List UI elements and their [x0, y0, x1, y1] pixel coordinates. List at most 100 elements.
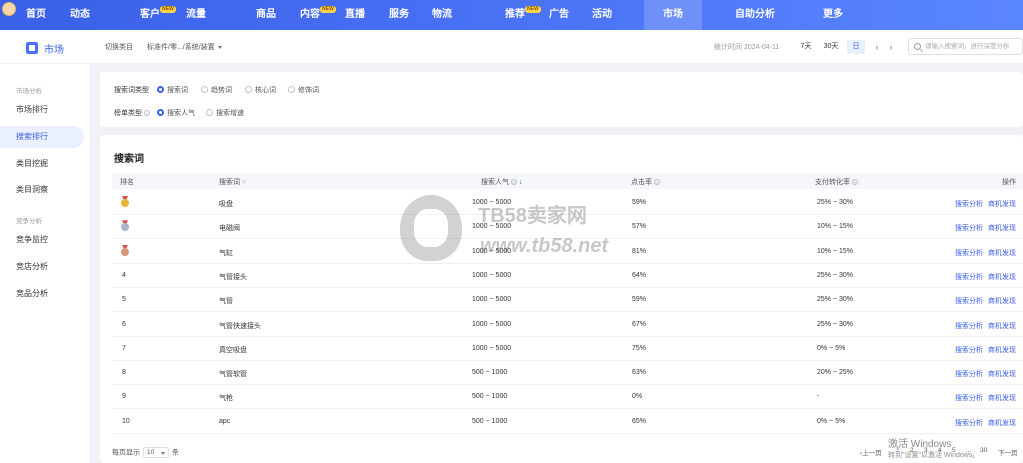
search-analysis-link[interactable]: 搜索分析 — [955, 199, 983, 209]
sort-desc-icon[interactable]: ↓ — [519, 179, 523, 186]
search-box — [908, 38, 1023, 55]
nav-content[interactable]: 内容 — [300, 0, 320, 30]
avatar[interactable] — [2, 2, 16, 16]
opportunity-link[interactable]: 商机发现 — [988, 296, 1016, 306]
category-selector[interactable]: 标准件/零.../系统/装置 — [147, 42, 222, 52]
nav-activities[interactable]: 活动 — [592, 0, 612, 30]
help-icon[interactable]: ? — [654, 179, 660, 186]
table-row: 9 气枪 500 ~ 1000 0% - 搜索分析 商机发现 — [112, 385, 1023, 410]
table-row: 5 气管 1000 ~ 5000 59% 25% ~ 30% 搜索分析 商机发现 — [112, 288, 1023, 313]
rank-cell: 6 — [122, 320, 126, 328]
opportunity-link[interactable]: 商机发现 — [988, 393, 1016, 403]
ctr-cell: 57% — [632, 223, 647, 231]
nav-home[interactable]: 首页 — [26, 0, 46, 30]
page-size-select[interactable]: 10 — [143, 447, 169, 458]
help-icon[interactable]: ? — [511, 179, 517, 186]
conversion-cell: 10% ~ 15% — [817, 223, 853, 231]
keyword-cell: 吸盘 — [219, 201, 233, 208]
sidebar-item-category-mining[interactable]: 类目挖掘 — [0, 153, 90, 175]
radio-core-word[interactable]: 核心词 — [245, 85, 276, 95]
nav-promotion[interactable]: 推荐 — [505, 0, 525, 30]
rank-medal-icon — [120, 196, 130, 208]
nav-market[interactable]: 市场 — [644, 0, 702, 30]
nav-self-analysis[interactable]: 自助分析 — [735, 0, 775, 30]
search-analysis-link[interactable]: 搜索分析 — [955, 393, 983, 403]
opportunity-link[interactable]: 商机发现 — [988, 418, 1016, 428]
nav-logistics[interactable]: 物流 — [432, 0, 452, 30]
top-navigation: 首页 动态 客户 NEW 流量 商品 内容 NEW 直播 服务 物流 推荐 NE… — [0, 0, 1023, 30]
sidebar-item-category-insight[interactable]: 类目洞察 — [0, 179, 90, 201]
search-input[interactable] — [925, 40, 1021, 53]
search-analysis-link[interactable]: 搜索分析 — [955, 272, 983, 282]
ctr-cell: 63% — [632, 369, 647, 377]
keyword-cell: 气管软管 — [219, 371, 247, 379]
rank-medal-icon — [120, 244, 130, 257]
opportunity-link[interactable]: 商机发现 — [988, 248, 1016, 258]
col-keyword[interactable]: 搜索词 ▿ — [219, 177, 245, 187]
search-analysis-link[interactable]: 搜索分析 — [955, 248, 983, 258]
opportunity-link[interactable]: 商机发现 — [988, 345, 1016, 355]
col-popularity[interactable]: 搜索人气? ↓ — [481, 177, 522, 187]
search-icon[interactable] — [914, 43, 921, 50]
search-analysis-link[interactable]: 搜索分析 — [955, 223, 983, 233]
radio-modifier-word[interactable]: 修饰词 — [288, 85, 319, 95]
sidebar-header: 市场 — [0, 30, 90, 64]
nav-service[interactable]: 服务 — [389, 0, 409, 30]
prev-page-button[interactable]: ‹上一页 — [860, 447, 882, 457]
rank-cell: 10 — [122, 417, 130, 425]
search-analysis-link[interactable]: 搜索分析 — [955, 296, 983, 306]
radio-search-popularity[interactable]: 搜索人气 — [157, 108, 195, 118]
search-analysis-link[interactable]: 搜索分析 — [955, 345, 983, 355]
radio-label: 搜索人气 — [167, 110, 195, 117]
help-icon[interactable]: ? — [852, 179, 858, 186]
opportunity-link[interactable]: 商机发现 — [988, 369, 1016, 379]
new-badge: NEW — [525, 6, 541, 13]
rank-type-label: 榜单类型? — [114, 108, 150, 118]
nav-traffic[interactable]: 流量 — [186, 0, 206, 30]
radio-trend-word[interactable]: 趋势词 — [201, 85, 232, 95]
filter-icon[interactable]: ▿ — [242, 179, 246, 186]
sidebar-item-search-rank[interactable]: 搜索排行 — [0, 126, 84, 148]
nav-more[interactable]: 更多 — [823, 0, 843, 30]
popularity-cell: 1000 ~ 5000 — [472, 199, 512, 206]
nav-products[interactable]: 商品 — [256, 0, 276, 30]
nav-live[interactable]: 直播 — [345, 0, 365, 30]
sidebar-item-market-rank[interactable]: 市场排行 — [0, 99, 90, 121]
date-30-days-button[interactable]: 30天 — [821, 40, 841, 54]
radio-icon — [288, 85, 295, 93]
table-row: 电磁阀 1000 ~ 5000 57% 10% ~ 15% 搜索分析 商机发现 — [112, 215, 1023, 240]
next-date-icon[interactable]: › — [885, 40, 897, 54]
search-analysis-link[interactable]: 搜索分析 — [955, 369, 983, 379]
opportunity-link[interactable]: 商机发现 — [988, 223, 1016, 233]
nav-dynamics[interactable]: 动态 — [70, 0, 90, 30]
nav-ads[interactable]: 广告 — [549, 0, 569, 30]
ctr-cell: 64% — [632, 271, 647, 279]
next-page-button[interactable]: 下一页 — [998, 447, 1018, 457]
col-popularity-label: 搜索人气 — [481, 179, 509, 186]
date-7-days-button[interactable]: 7天 — [798, 40, 814, 54]
prev-date-icon[interactable]: ‹ — [871, 40, 883, 54]
keyword-cell: 气管 — [219, 298, 233, 306]
conversion-cell: 25% ~ 30% — [817, 199, 853, 206]
opportunity-link[interactable]: 商机发现 — [988, 321, 1016, 331]
table-row: 吸盘 1000 ~ 5000 59% 25% ~ 30% 搜索分析 商机发现 — [112, 191, 1023, 215]
keyword-table-card: 搜索词 排名 搜索词 ▿ 搜索人气? ↓ 点击率? 支付转化率? 操作 吸盘 10… — [100, 135, 1023, 463]
sidebar-item-competitor-product[interactable]: 竞品分析 — [0, 283, 90, 305]
search-analysis-link[interactable]: 搜索分析 — [955, 418, 983, 428]
help-icon[interactable]: ? — [144, 110, 150, 117]
per-page-unit: 条 — [172, 449, 179, 457]
opportunity-link[interactable]: 商机发现 — [988, 199, 1016, 209]
conversion-cell: 20% ~ 25% — [817, 369, 853, 377]
opportunity-link[interactable]: 商机发现 — [988, 272, 1016, 282]
sidebar-item-competitor-monitor[interactable]: 竞争监控 — [0, 229, 90, 251]
date-day-button[interactable]: 日 — [847, 40, 865, 54]
radio-search-growth[interactable]: 搜索增速 — [206, 108, 244, 118]
page-30[interactable]: 30 — [980, 447, 987, 454]
search-analysis-link[interactable]: 搜索分析 — [955, 321, 983, 331]
nav-customers[interactable]: 客户 — [140, 0, 160, 30]
col-keyword-label: 搜索词 — [219, 179, 240, 186]
radio-label: 修饰词 — [298, 87, 319, 94]
rank-cell: 9 — [122, 393, 126, 401]
radio-search-word[interactable]: 搜索词 — [157, 85, 188, 95]
sidebar-item-competitor-shop[interactable]: 竞店分析 — [0, 256, 90, 278]
